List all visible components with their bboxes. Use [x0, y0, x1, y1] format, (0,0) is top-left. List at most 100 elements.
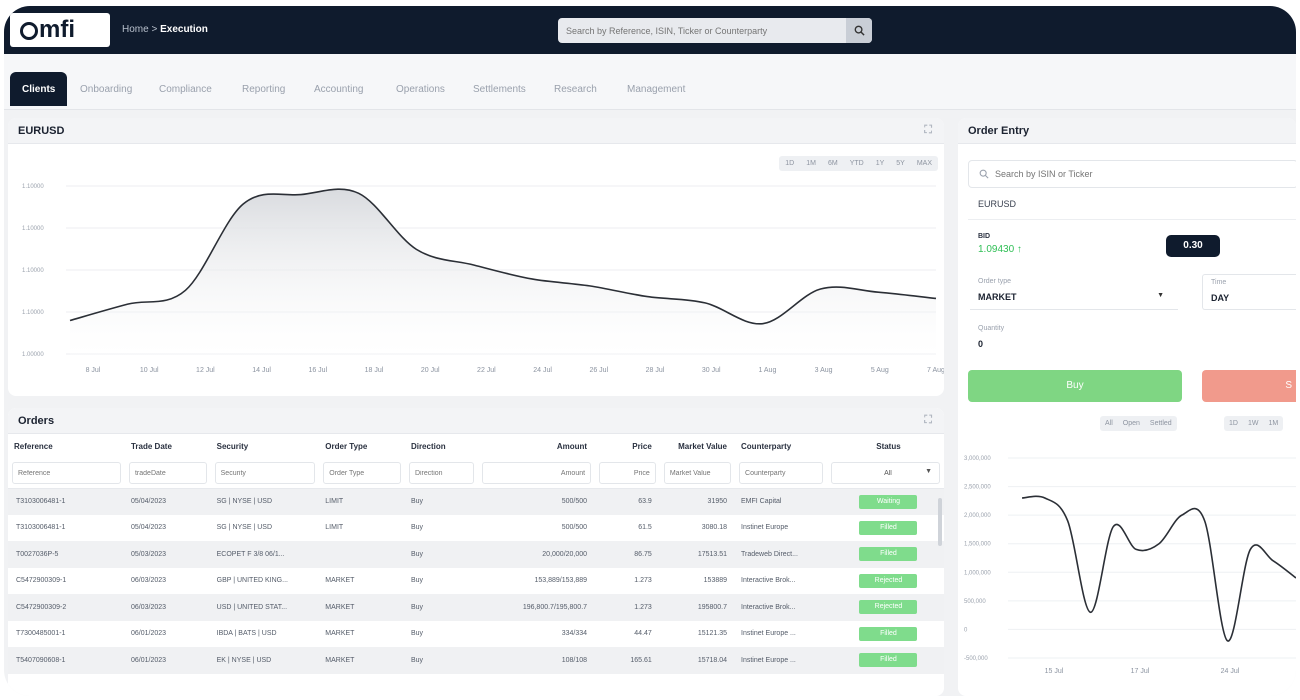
tab-clients[interactable]: Clients: [10, 72, 68, 106]
cell-trade-date: 06/01/2023: [130, 656, 167, 664]
cell-amount: 153,889/153,889: [534, 577, 588, 585]
col-order-type[interactable]: Order Type: [319, 434, 405, 458]
cell-counterparty: Instinet Europe ...: [741, 630, 796, 638]
tab-operations[interactable]: Operations: [386, 72, 455, 106]
x-tick-label: 14 Jul: [252, 367, 271, 374]
app-window: mfi Home > Execution Clients Onboarding …: [4, 6, 1296, 696]
cell-price: 86.75: [634, 550, 652, 558]
col-price[interactable]: Price: [595, 434, 660, 458]
filter-reference[interactable]: [12, 462, 121, 484]
table-row[interactable]: C5472900309-1 06/03/2023 GBP | UNITED KING…: [8, 568, 944, 595]
col-amount[interactable]: Amount: [478, 434, 595, 458]
col-reference[interactable]: Reference: [8, 434, 125, 458]
logo[interactable]: mfi: [10, 13, 110, 47]
cell-security: ECOPET F 3/8 06/1...: [216, 550, 285, 558]
col-status[interactable]: Status: [827, 434, 944, 458]
cell-direction: Buy: [410, 630, 423, 638]
cell-trade-date: 06/03/2023: [130, 577, 167, 585]
cell-reference: C5472900309-1: [16, 577, 67, 585]
cell-reference: C5472900309-2: [16, 603, 67, 611]
cell-counterparty: Interactive Brok...: [741, 577, 796, 585]
filter-price[interactable]: [599, 462, 656, 484]
table-row[interactable]: T5407090608-1 06/01/2023 EK | NYSE | USD MA…: [8, 647, 944, 674]
tab-research[interactable]: Research: [544, 72, 607, 106]
cell-counterparty: Instinet Europe ...: [741, 656, 796, 664]
top-header: mfi Home > Execution: [4, 6, 1296, 54]
cell-price: 1.273: [634, 603, 652, 611]
cell-amount: 108/108: [561, 656, 588, 664]
eurusd-area-chart: 1.10000 1.10000 1.10000 1.10000 1.00000 8 Jul…: [22, 184, 944, 374]
cell-price: 1.273: [634, 577, 652, 585]
filter-counterparty[interactable]: [739, 462, 823, 484]
cell-counterparty: Instinet Europe: [741, 524, 789, 532]
breadcrumb-home[interactable]: Home: [122, 24, 149, 35]
table-row[interactable]: T3103006481-1 05/04/2023 SG | NYSE | USD LI…: [8, 515, 944, 542]
tab-management[interactable]: Management: [617, 72, 695, 106]
col-direction[interactable]: Direction: [405, 434, 478, 458]
cell-direction: Buy: [410, 550, 423, 558]
logo-ring-icon: [20, 22, 38, 40]
orders-title: Orders: [18, 414, 55, 427]
orders-scrollbar[interactable]: [938, 498, 942, 546]
cell-price: 63.9: [638, 498, 652, 505]
status-badge: Filled: [859, 653, 918, 668]
filter-order-type[interactable]: [323, 462, 401, 484]
cell-reference: T3103006481-1: [16, 524, 66, 532]
y-tick-label: 1.10000: [22, 226, 44, 232]
search-button[interactable]: [846, 18, 872, 43]
status-badge: Filled: [859, 626, 918, 641]
y-tick-label: 2,000,000: [964, 513, 991, 519]
x-tick-label: 15 Jul: [1045, 668, 1064, 675]
filter-security[interactable]: [214, 462, 316, 484]
table-row[interactable]: T0027036P-5 05/03/2023 ECOPET F 3/8 06/1..…: [8, 541, 944, 568]
tab-settlements[interactable]: Settlements: [463, 72, 536, 106]
cell-reference: T7300485001-1: [16, 630, 66, 638]
y-tick-label: 1.10000: [22, 268, 44, 274]
status-cell: Filled: [827, 621, 944, 648]
table-row[interactable]: C5472900309-2 06/03/2023 USD | UNITED STAT…: [8, 594, 944, 621]
cell-direction: Buy: [410, 524, 423, 532]
tab-onboarding[interactable]: Onboarding: [70, 72, 142, 106]
col-counterparty[interactable]: Counterparty: [735, 434, 827, 458]
x-tick-label: 30 Jul: [702, 367, 721, 374]
table-row[interactable]: T3103006481-1 05/04/2023 SG | NYSE | USD LI…: [8, 488, 944, 515]
tab-reporting[interactable]: Reporting: [232, 72, 295, 106]
cell-counterparty: Interactive Brok...: [741, 603, 796, 611]
cell-trade-date: 05/04/2023: [130, 498, 167, 505]
expand-icon[interactable]: ⛶: [924, 414, 932, 427]
cell-reference: T5407090608-1: [16, 656, 66, 664]
cell-amount: 500/500: [561, 498, 588, 505]
cell-order-type: LIMIT: [325, 524, 344, 532]
status-badge: Rejected: [859, 573, 918, 588]
breadcrumb: Home > Execution: [122, 24, 208, 35]
cell-amount: 500/500: [561, 524, 588, 532]
tab-accounting[interactable]: Accounting: [304, 72, 373, 106]
cell-security: IBDA | BATS | USD: [216, 630, 277, 638]
cell-trade-date: 06/01/2023: [130, 630, 167, 638]
col-trade-date[interactable]: Trade Date: [125, 434, 211, 458]
x-tick-label: 24 Jul: [1221, 668, 1240, 675]
cell-market-value: 195800.7: [697, 603, 728, 611]
tab-compliance[interactable]: Compliance: [149, 72, 222, 106]
y-tick-label: -500,000: [964, 656, 988, 662]
filter-status-select[interactable]: [830, 462, 940, 484]
cell-market-value: 15718.04: [697, 656, 728, 664]
y-tick-label: 1.00000: [22, 352, 44, 358]
price-chart-panel: EURUSD ⛶ 1D 1M 6M YTD 1Y 5Y MAX 1.10000 1…: [8, 118, 944, 396]
y-tick-label: 1,500,000: [964, 542, 991, 548]
col-security[interactable]: Security: [211, 434, 320, 458]
cell-direction: Buy: [410, 577, 423, 585]
cell-counterparty: EMFI Capital: [741, 498, 782, 505]
filter-direction[interactable]: [408, 462, 475, 484]
x-tick-label: 24 Jul: [533, 367, 552, 374]
x-tick-label: 3 Aug: [815, 367, 833, 374]
table-row[interactable]: T7300485001-1 06/01/2023 IBDA | BATS | USD…: [8, 621, 944, 648]
status-badge: Waiting: [859, 494, 918, 509]
cell-direction: Buy: [410, 498, 423, 505]
filter-market-value[interactable]: [663, 462, 732, 484]
global-search-input[interactable]: [558, 25, 838, 36]
col-market-value[interactable]: Market Value: [660, 434, 735, 458]
filter-amount[interactable]: [482, 462, 592, 484]
filter-trade-date[interactable]: [128, 462, 207, 484]
logo-text: mfi: [39, 16, 75, 43]
